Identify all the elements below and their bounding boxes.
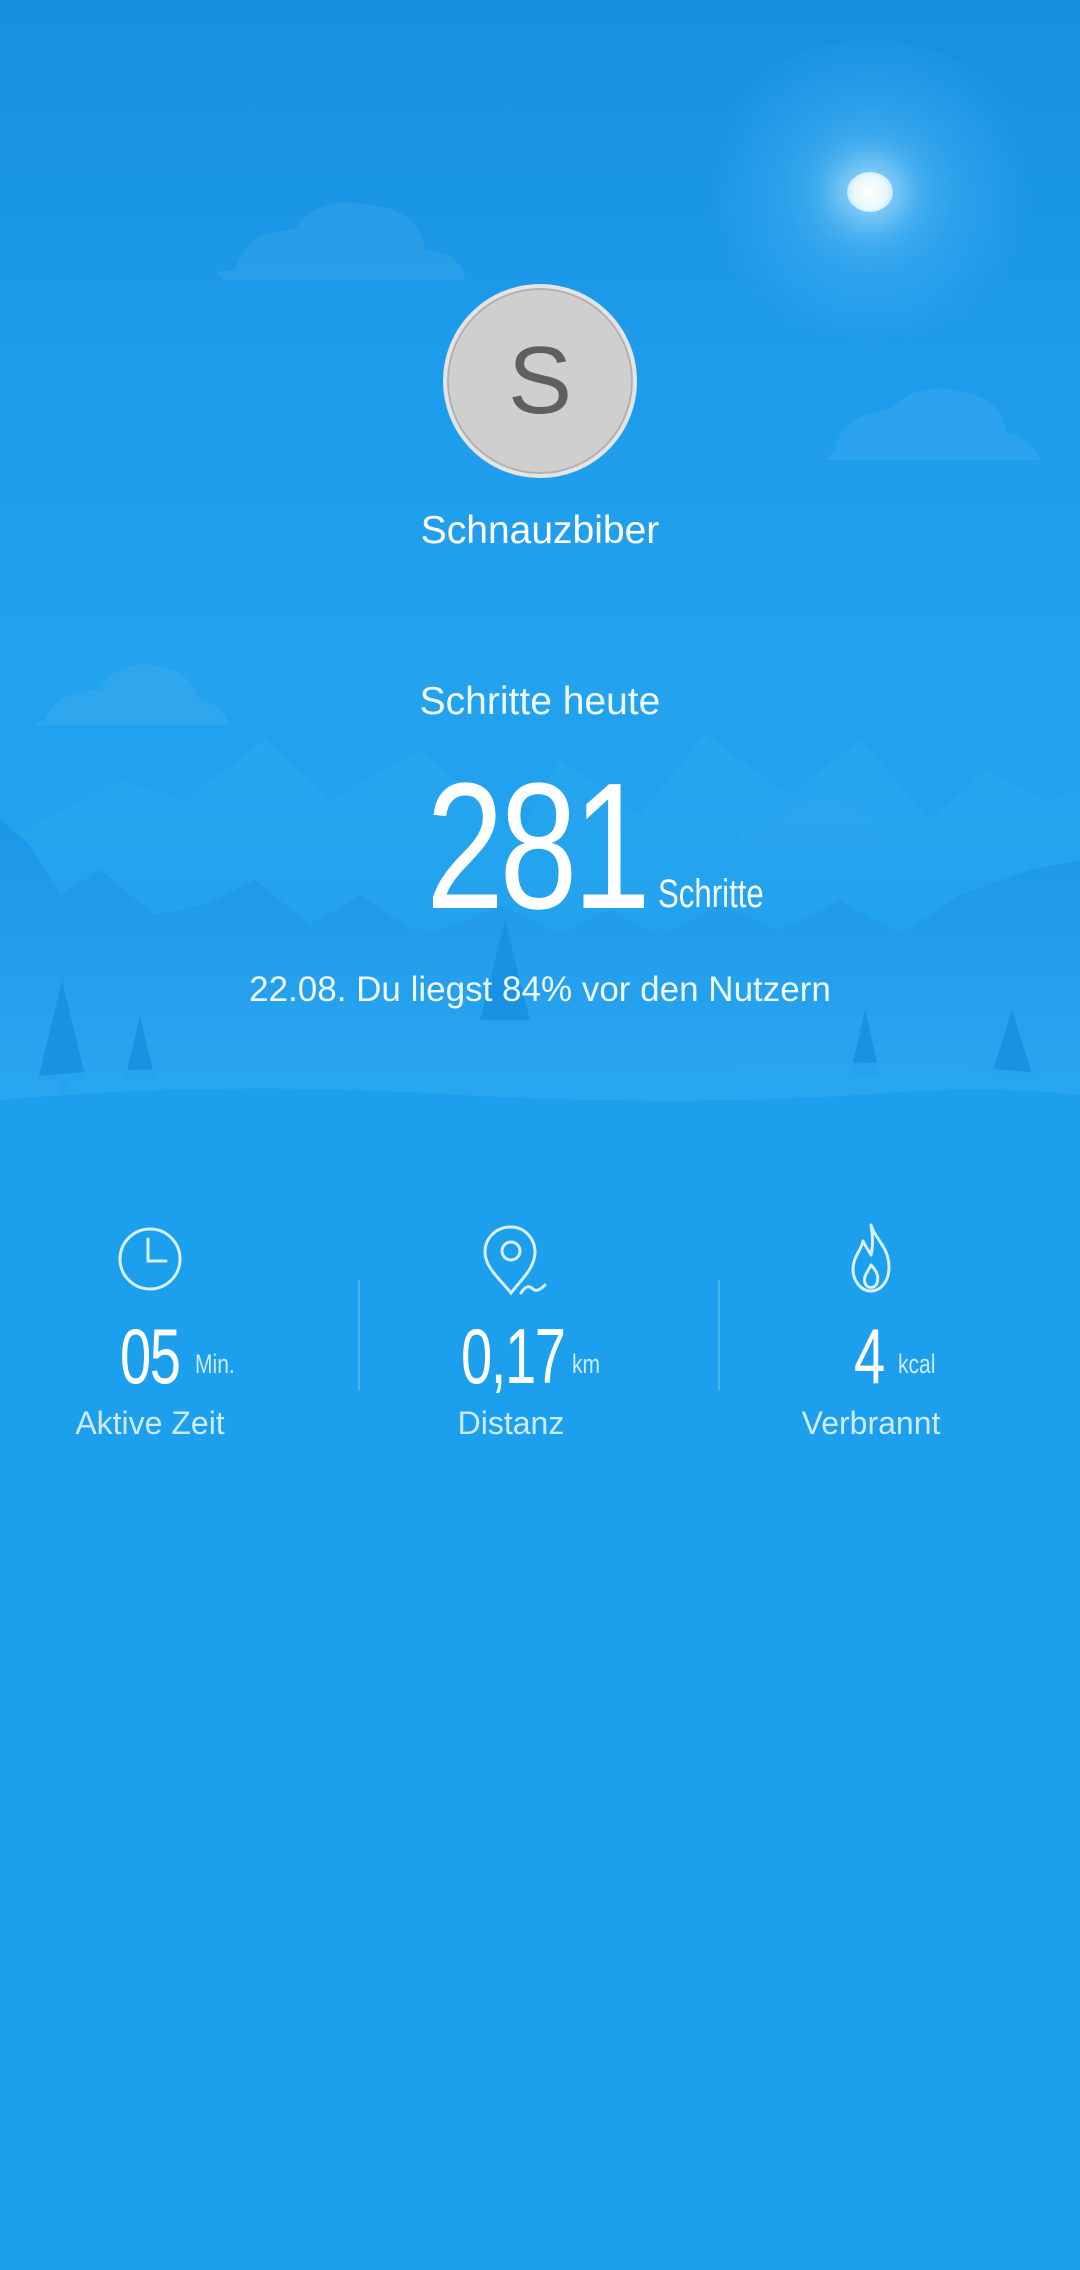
clock-icon bbox=[118, 1227, 182, 1291]
steps-counter: 281 Schritte bbox=[0, 746, 1080, 947]
stat-value: 4 bbox=[854, 1312, 885, 1400]
stat-burned[interactable]: 4 kcal Verbrannt bbox=[721, 1215, 1021, 1455]
stat-divider bbox=[358, 1280, 360, 1390]
steps-summary: 22.08. Du liegst 84% vor den Nutzern bbox=[249, 970, 831, 1009]
stat-divider bbox=[718, 1280, 720, 1390]
stat-label: Verbrannt bbox=[801, 1405, 941, 1441]
avatar[interactable]: S bbox=[443, 284, 637, 478]
flame-icon bbox=[851, 1223, 891, 1293]
stat-unit: Min. bbox=[195, 1349, 235, 1379]
stat-value: 0,17 bbox=[461, 1312, 566, 1400]
steps-unit: Schritte bbox=[658, 872, 764, 916]
stat-unit: kcal bbox=[898, 1349, 936, 1379]
profile: S Schnauzbiber bbox=[0, 284, 1080, 553]
stats-row: 05 Min. Aktive Zeit 0,17 km Distanz 4 kc… bbox=[0, 1215, 1080, 1455]
avatar-initial: S bbox=[507, 327, 573, 434]
stat-unit: km bbox=[572, 1349, 601, 1379]
stat-label: Aktive Zeit bbox=[75, 1405, 225, 1441]
location-pin-icon bbox=[483, 1225, 547, 1296]
steps-label: Schritte heute bbox=[419, 680, 661, 723]
username: Schnauzbiber bbox=[420, 509, 660, 552]
stat-value: 05 bbox=[120, 1312, 181, 1400]
stat-label: Distanz bbox=[457, 1405, 565, 1441]
stat-distance[interactable]: 0,17 km Distanz bbox=[361, 1215, 661, 1455]
steps-value: 281 bbox=[426, 746, 651, 947]
stat-active-time[interactable]: 05 Min. Aktive Zeit bbox=[0, 1215, 300, 1455]
